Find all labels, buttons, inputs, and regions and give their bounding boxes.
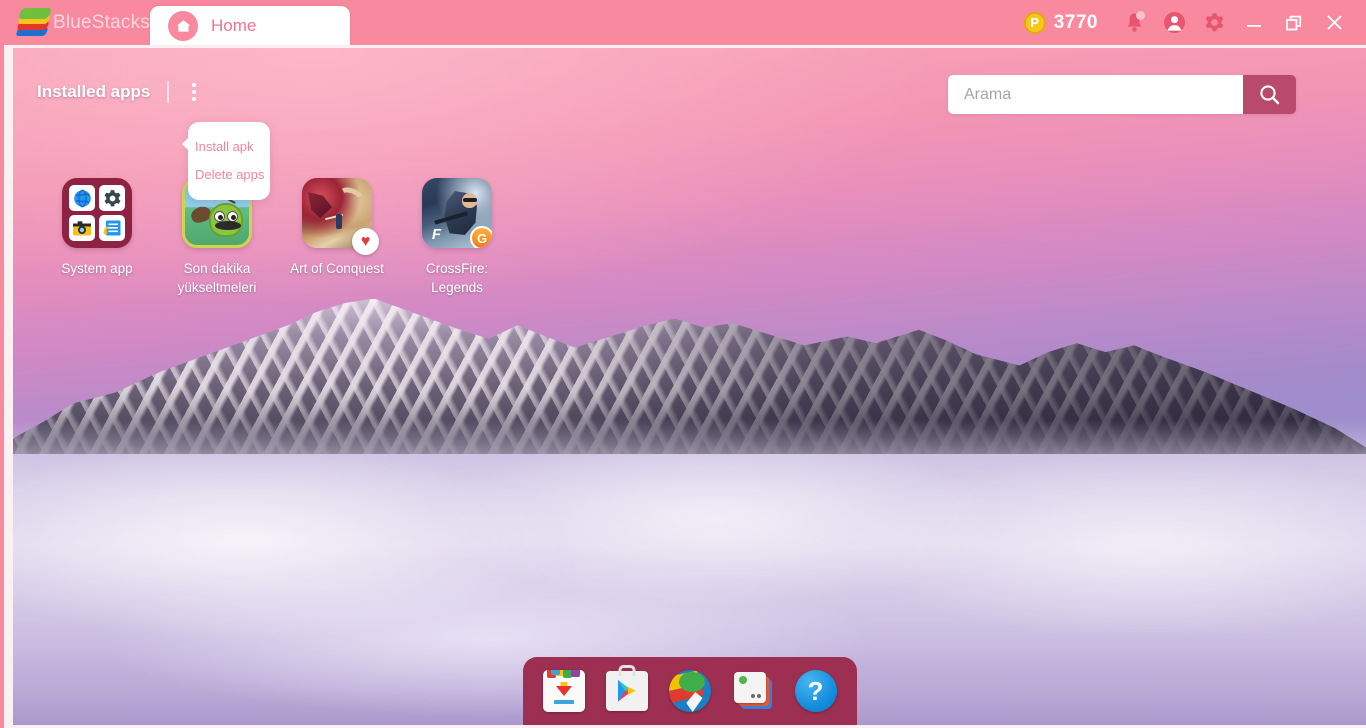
installed-apps-label: Installed apps <box>37 82 151 101</box>
android-home-screen: Installed apps Install apk Delete apps A… <box>13 48 1366 725</box>
tab-home[interactable]: Home <box>150 6 350 45</box>
installed-apps-menu: Install apk Delete apps <box>182 122 270 201</box>
minimize-icon <box>1247 24 1261 27</box>
search-input[interactable] <box>948 75 1243 114</box>
search-icon <box>1260 85 1280 105</box>
more-vertical-icon[interactable] <box>186 80 202 104</box>
user-avatar-icon <box>1163 12 1185 33</box>
minimize-button[interactable] <box>1234 0 1274 45</box>
app-label: CrossFire: Legends <box>425 261 489 295</box>
restore-button[interactable] <box>1274 0 1314 45</box>
browser-button[interactable] <box>667 668 713 714</box>
app-label: Art of Conquest <box>290 261 384 276</box>
points-coin-icon: P <box>1023 11 1046 34</box>
media-manager-button[interactable] <box>730 668 776 714</box>
tabstrip: Home <box>150 0 350 45</box>
gear-icon <box>1205 13 1223 32</box>
app-grid: System app Son dakika yükseltmeleri ♥ Ar… <box>37 178 517 297</box>
profile-button[interactable] <box>1154 0 1194 45</box>
app-art-of-conquest[interactable]: ♥ Art of Conquest <box>277 178 397 297</box>
points-indicator[interactable]: P 3770 <box>1023 11 1098 34</box>
app-crossfire-legends[interactable]: F G CrossFire: Legends <box>397 178 517 297</box>
tencent-badge-icon: G <box>470 226 492 248</box>
settings-button[interactable] <box>1194 0 1234 45</box>
app-icon[interactable]: ♥ <box>302 178 379 255</box>
close-icon <box>1326 15 1342 30</box>
menu-item-delete-apps[interactable]: Delete apps <box>188 161 270 189</box>
bluestacks-logo-icon <box>15 7 53 38</box>
green-character-icon <box>209 203 243 237</box>
header-divider <box>167 81 170 103</box>
installed-apps-header: Installed apps <box>37 80 202 104</box>
app-center-button[interactable] <box>541 668 587 714</box>
google-play-icon <box>605 665 648 711</box>
help-button[interactable]: ? <box>793 668 839 714</box>
close-button[interactable] <box>1314 0 1354 45</box>
settings-gear-icon <box>99 185 125 211</box>
restore-icon <box>1286 15 1302 30</box>
tencent-glyph: G <box>472 228 492 248</box>
app-store-download-icon <box>542 670 585 712</box>
search-bar <box>948 75 1296 114</box>
camera-icon <box>69 215 95 241</box>
google-play-button[interactable] <box>604 665 650 714</box>
brand-name: BlueStacks <box>52 11 150 33</box>
system-app-folder-icon <box>62 178 132 248</box>
app-icon[interactable] <box>62 178 132 248</box>
media-notes-icon <box>99 215 125 241</box>
crossfire-logo-icon: F <box>431 226 442 243</box>
app-icon[interactable]: F G <box>422 178 492 248</box>
help-question-icon: ? <box>794 670 837 712</box>
heart-badge-icon: ♥ <box>352 228 379 255</box>
points-value: 3770 <box>1053 11 1098 33</box>
media-stack-icon <box>733 672 773 710</box>
tab-home-label: Home <box>211 15 257 35</box>
menu-item-install-apk[interactable]: Install apk <box>188 133 270 161</box>
search-button[interactable] <box>1243 75 1296 114</box>
app-label: System app <box>61 261 133 276</box>
globe-browser-icon <box>668 670 711 712</box>
brand: BlueStacks <box>0 0 150 45</box>
android-screen-frame: Installed apps Install apk Delete apps A… <box>0 45 1366 728</box>
dock: ? <box>522 657 857 725</box>
crossfire-legends-icon: F G <box>422 178 492 248</box>
notifications-button[interactable] <box>1114 0 1154 45</box>
browser-globe-icon <box>69 185 95 211</box>
titlebar-spacer <box>350 0 1024 45</box>
window-titlebar: BlueStacks Home P 3770 <box>0 0 1366 45</box>
notification-dot <box>1136 11 1145 20</box>
titlebar-controls: P 3770 <box>1023 0 1366 45</box>
heart-glyph: ♥ <box>360 232 371 250</box>
app-label: Son dakika yükseltmeleri <box>177 261 257 295</box>
app-system-app[interactable]: System app <box>37 178 157 297</box>
home-icon <box>168 10 198 41</box>
